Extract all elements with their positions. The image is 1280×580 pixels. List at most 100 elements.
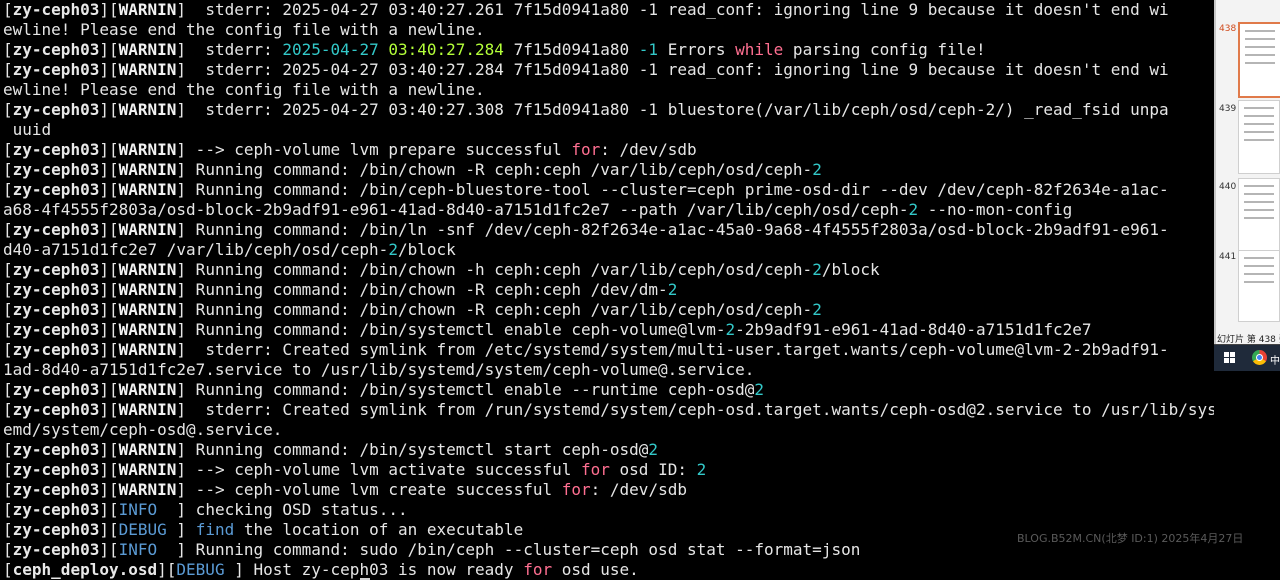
slide-thumbnail-panel[interactable]: 438 439 440 441 幻灯片 第 438 张 bbox=[1214, 0, 1280, 370]
log-level: WARNIN bbox=[118, 140, 177, 159]
log-level: WARNIN bbox=[118, 460, 177, 479]
log-text: 2 bbox=[725, 320, 736, 339]
log-text: Running command: /bin/chown -h ceph:ceph… bbox=[186, 260, 813, 279]
log-text: 2 bbox=[812, 260, 822, 279]
log-text: 1ad-8d40-a7151d1fc2e7.service to /usr/li… bbox=[3, 360, 755, 379]
log-text: -1 bbox=[638, 40, 659, 59]
log-level: DEBUG bbox=[118, 520, 177, 539]
log-text: stderr: Created symlink from /etc/system… bbox=[186, 340, 1169, 359]
log-level: WARNIN bbox=[118, 60, 177, 79]
slide-number: 438 bbox=[1219, 24, 1237, 34]
log-text: Running command: /bin/chown -R ceph:ceph… bbox=[186, 160, 813, 179]
log-level: WARNIN bbox=[118, 220, 177, 239]
log-line: emd/system/ceph-osd@.service. bbox=[0, 420, 1214, 440]
log-host: zy-ceph03 bbox=[12, 500, 100, 519]
slide-number: 439 bbox=[1219, 104, 1237, 114]
log-text: : /dev/sdb bbox=[600, 140, 697, 159]
log-text: for bbox=[561, 480, 591, 499]
log-level: WARNIN bbox=[118, 300, 177, 319]
log-text: stderr: 2025-04-27 03:40:27.261 7f15d094… bbox=[186, 0, 1169, 19]
slide-thumbnail[interactable] bbox=[1238, 178, 1280, 252]
log-text: stderr: 2025-04-27 03:40:27.284 7f15d094… bbox=[186, 60, 1169, 79]
chrome-icon[interactable] bbox=[1252, 350, 1267, 365]
log-level: WARNIN bbox=[118, 160, 177, 179]
log-level: INFO bbox=[118, 500, 177, 519]
log-level: DEBUG bbox=[176, 560, 235, 579]
log-line: d40-a7151d1fc2e7 /var/lib/ceph/osd/ceph-… bbox=[0, 240, 1214, 260]
log-line: [zy-ceph03][WARNIN] Running command: /bi… bbox=[3, 380, 765, 399]
log-text: checking OSD status... bbox=[186, 500, 408, 519]
log-level: WARNIN bbox=[118, 0, 177, 19]
log-text: Running command: sudo /bin/ceph --cluste… bbox=[186, 540, 861, 559]
log-host: zy-ceph03 bbox=[12, 480, 100, 499]
log-text: : /dev/sdb bbox=[590, 480, 687, 499]
log-level: WARNIN bbox=[118, 400, 177, 419]
slide-thumbnail[interactable] bbox=[1238, 100, 1280, 174]
log-host: zy-ceph03 bbox=[12, 380, 100, 399]
log-host: zy-ceph03 bbox=[12, 540, 100, 559]
log-host: zy-ceph03 bbox=[12, 60, 100, 79]
log-text: 2 bbox=[908, 200, 919, 219]
log-line: [zy-ceph03][WARNIN] Running command: /bi… bbox=[3, 220, 1169, 239]
log-host: zy-ceph03 bbox=[12, 340, 100, 359]
log-level: WARNIN bbox=[118, 380, 177, 399]
log-line: uuid bbox=[0, 120, 1214, 140]
log-line: [zy-ceph03][WARNIN] --> ceph-volume lvm … bbox=[3, 460, 707, 479]
slide-thumbnail[interactable] bbox=[1238, 250, 1280, 322]
log-text: Host zy-ceph03 is now ready bbox=[243, 560, 524, 579]
log-text: Running command: /bin/chown -R ceph:ceph… bbox=[186, 300, 813, 319]
log-text: for bbox=[571, 140, 601, 159]
log-text: emd/system/ceph-osd@.service. bbox=[3, 420, 283, 439]
log-host: zy-ceph03 bbox=[12, 140, 100, 159]
log-text: ewline! Please end the config file with … bbox=[3, 20, 485, 39]
watermark: BLOG.B52M.CN(北梦 ID:1) 2025年4月27日 bbox=[1017, 532, 1244, 545]
log-text: --no-mon-config bbox=[918, 200, 1073, 219]
log-text: --> ceph-volume lvm prepare successful bbox=[186, 140, 572, 159]
log-text: 03:40:27.284 bbox=[388, 40, 504, 59]
log-text: osd use. bbox=[552, 560, 639, 579]
log-text: Errors bbox=[658, 40, 736, 59]
log-text: 2 bbox=[648, 440, 659, 459]
log-line: [zy-ceph03][WARNIN] stderr: 2025-04-27 0… bbox=[3, 0, 1169, 19]
log-text: ewline! Please end the config file with … bbox=[3, 80, 485, 99]
log-line: [zy-ceph03][WARNIN] Running command: /bi… bbox=[3, 440, 659, 459]
log-level: WARNIN bbox=[118, 40, 177, 59]
log-level: WARNIN bbox=[118, 100, 177, 119]
log-line: [zy-ceph03][WARNIN] Running command: /bi… bbox=[3, 320, 1092, 339]
log-text: for bbox=[581, 460, 610, 479]
log-text: 2025-04-27 bbox=[282, 40, 379, 59]
slide-number: 440 bbox=[1219, 182, 1237, 192]
log-line: [zy-ceph03][INFO ] checking OSD status..… bbox=[3, 500, 408, 519]
log-line: [zy-ceph03][WARNIN] Running command: /bi… bbox=[3, 260, 880, 279]
log-host: zy-ceph03 bbox=[12, 460, 100, 479]
windows-logo-icon[interactable] bbox=[1224, 352, 1236, 364]
log-text: stderr: bbox=[186, 40, 283, 59]
log-line: [zy-ceph03][WARNIN] Running command: /bi… bbox=[3, 160, 822, 179]
log-text: 7f15d0941a80 bbox=[503, 40, 639, 59]
log-level: WARNIN bbox=[118, 260, 177, 279]
taskbar-app-label[interactable]: 中 bbox=[1270, 352, 1280, 367]
slide-thumbnail[interactable] bbox=[1238, 22, 1280, 98]
log-text: 2 bbox=[754, 380, 765, 399]
log-level: WARNIN bbox=[118, 180, 177, 199]
log-line: [zy-ceph03][WARNIN] Running command: /bi… bbox=[3, 280, 678, 299]
log-text: --> ceph-volume lvm activate successful bbox=[186, 460, 581, 479]
log-host: zy-ceph03 bbox=[12, 220, 100, 239]
log-level: WARNIN bbox=[118, 340, 177, 359]
log-line: ewline! Please end the config file with … bbox=[0, 20, 1214, 40]
log-text: Running command: /bin/systemctl enable c… bbox=[186, 320, 726, 339]
log-text: 2 bbox=[696, 460, 707, 479]
log-line: [zy-ceph03][WARNIN] stderr: 2025-04-27 0… bbox=[3, 40, 986, 59]
log-text: --> ceph-volume lvm create successful bbox=[186, 480, 562, 499]
log-level: WARNIN bbox=[118, 280, 177, 299]
terminal-output[interactable]: [zy-ceph03][WARNIN] stderr: 2025-04-27 0… bbox=[0, 0, 1214, 580]
log-text: 2 bbox=[812, 300, 822, 319]
log-line: [zy-ceph03][WARNIN] Running command: /bi… bbox=[3, 300, 822, 319]
log-host: zy-ceph03 bbox=[12, 100, 100, 119]
log-line: [zy-ceph03][WARNIN] stderr: 2025-04-27 0… bbox=[3, 60, 1169, 79]
slide-number: 441 bbox=[1219, 252, 1237, 262]
log-text: /block bbox=[821, 260, 880, 279]
log-line: a68-4f4555f2803a/osd-block-2b9adf91-e961… bbox=[0, 200, 1214, 220]
log-host: zy-ceph03 bbox=[12, 0, 100, 19]
